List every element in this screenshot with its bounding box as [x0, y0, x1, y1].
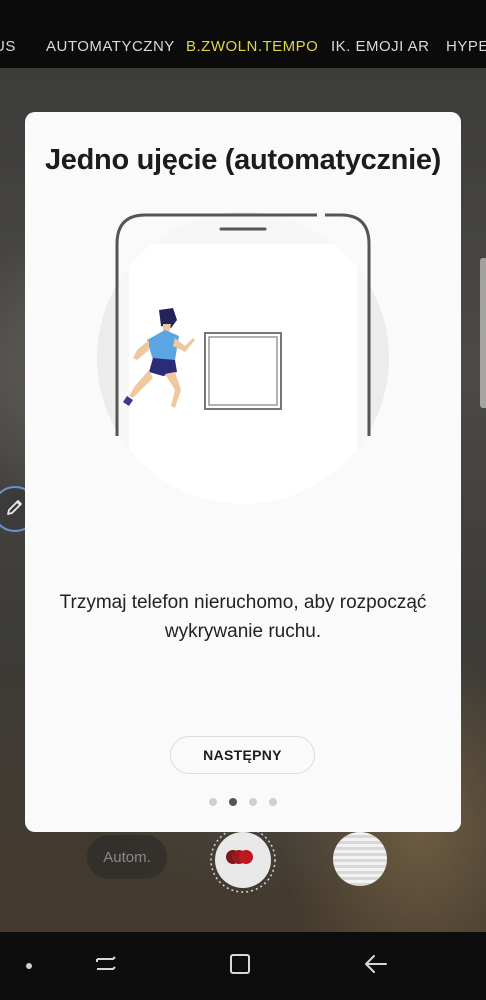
camera-mode-strip: US AUTOMATYCZNY B.ZWOLN.TEMPO IK. EMOJI … — [0, 0, 486, 68]
back-icon — [364, 953, 388, 980]
navigation-bar — [0, 932, 486, 1000]
page-dot-2[interactable] — [229, 798, 237, 806]
page-dot-4[interactable] — [269, 798, 277, 806]
phone-illustration — [25, 200, 461, 520]
mode-item-partial-left[interactable]: US — [0, 38, 16, 55]
dialog-description: Trzymaj telefon nieruchomo, aby rozpoczą… — [59, 592, 427, 642]
pencil-icon — [5, 497, 25, 522]
edge-panel-handle[interactable] — [480, 258, 486, 408]
recents-button[interactable] — [84, 932, 128, 1000]
page-indicator — [25, 798, 461, 806]
record-shutter-button[interactable] — [206, 826, 280, 894]
dialog-title: Jedno ujęcie (automatycznie) — [44, 144, 442, 176]
home-icon — [229, 953, 251, 980]
mode-item-hyperlapse[interactable]: HYPE — [446, 38, 486, 55]
page-dot-3[interactable] — [249, 798, 257, 806]
back-button[interactable] — [354, 932, 398, 1000]
mode-item-automatic[interactable]: AUTOMATYCZNY — [46, 38, 175, 55]
recents-icon — [93, 954, 119, 979]
nav-dot-button[interactable] — [14, 932, 44, 1000]
tutorial-dialog: Jedno ujęcie (automatycznie) Trzymaj tel… — [25, 112, 461, 832]
mode-item-slow-motion[interactable]: B.ZWOLN.TEMPO — [186, 38, 318, 55]
next-button[interactable]: NASTĘPNY — [170, 736, 315, 774]
home-button[interactable] — [218, 932, 262, 1000]
dot-icon — [25, 957, 33, 975]
auto-mode-button[interactable]: Autom. — [87, 835, 167, 879]
mode-item-ar-emoji[interactable]: IK. EMOJI AR — [331, 38, 430, 55]
gallery-thumbnail[interactable] — [333, 832, 387, 886]
page-dot-1[interactable] — [209, 798, 217, 806]
